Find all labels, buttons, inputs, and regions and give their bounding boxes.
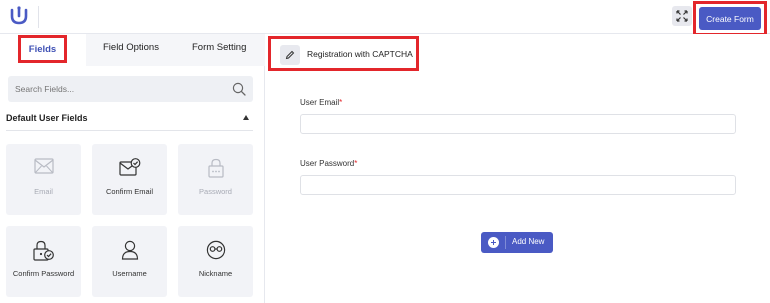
tab-form-setting[interactable]: Form Setting	[192, 42, 246, 53]
panel-tabs: Fields Field Options Form Setting	[0, 34, 265, 66]
search-fields-input[interactable]	[8, 76, 223, 102]
logo-divider	[38, 6, 39, 28]
caret-up-icon[interactable]	[243, 115, 249, 120]
user-password-field[interactable]	[300, 175, 736, 195]
tab-fields[interactable]: Fields	[0, 34, 86, 66]
envelope-check-icon	[118, 158, 140, 176]
user-icon	[121, 240, 138, 260]
section-title: Default User Fields	[6, 113, 88, 123]
add-new-button[interactable]: Add New	[481, 232, 553, 253]
app-logo-icon[interactable]	[8, 5, 30, 27]
create-form-button[interactable]: Create Form	[699, 7, 761, 30]
field-card-password[interactable]: Password	[178, 144, 253, 215]
expand-arrows-icon	[676, 10, 688, 22]
form-title[interactable]: Registration with CAPTCHA	[307, 49, 413, 59]
field-card-nickname[interactable]: Nickname	[178, 226, 253, 297]
tab-fields-label: Fields	[28, 44, 57, 55]
tab-field-options[interactable]: Field Options	[103, 42, 159, 53]
user-email-label: User Email*	[300, 98, 343, 107]
field-card-confirm-email[interactable]: Confirm Email	[92, 144, 167, 215]
lock-check-icon	[32, 240, 54, 261]
field-card-username[interactable]: Username	[92, 226, 167, 297]
top-bar: Create Form	[0, 0, 770, 36]
required-asterisk: *	[354, 159, 358, 168]
field-card-label: Password	[199, 187, 232, 196]
button-divider	[505, 236, 506, 249]
field-card-label: Confirm Password	[12, 269, 75, 278]
tab-fields-highlight: Fields	[18, 35, 67, 63]
fields-panel: Fields Field Options Form Setting Defaul…	[0, 34, 265, 303]
field-card-label: Nickname	[198, 269, 233, 278]
form-builder-canvas: Registration with CAPTCHA User Email* Us…	[266, 34, 770, 303]
field-card-email[interactable]: Email	[6, 144, 81, 215]
pencil-icon	[285, 50, 295, 60]
default-user-fields-header[interactable]: Default User Fields	[6, 111, 253, 131]
plus-circle-icon	[488, 237, 499, 248]
edit-title-button[interactable]	[280, 45, 300, 65]
user-email-field[interactable]	[300, 114, 736, 134]
envelope-icon	[33, 158, 54, 174]
field-card-label: Username	[112, 269, 147, 278]
fullscreen-button[interactable]	[672, 6, 692, 26]
user-password-label: User Password*	[300, 159, 358, 168]
add-new-label: Add New	[512, 237, 545, 246]
lock-dots-icon	[207, 158, 224, 178]
form-title-highlight: Registration with CAPTCHA	[268, 36, 419, 71]
field-card-label: Email	[34, 187, 53, 196]
search-icon[interactable]	[232, 82, 246, 96]
field-card-label: Confirm Email	[105, 187, 154, 196]
search-box	[8, 76, 253, 102]
create-form-highlight: Create Form	[693, 1, 767, 36]
field-card-confirm-password[interactable]: Confirm Password	[6, 226, 81, 297]
mask-face-icon	[206, 240, 225, 260]
required-asterisk: *	[339, 98, 343, 107]
